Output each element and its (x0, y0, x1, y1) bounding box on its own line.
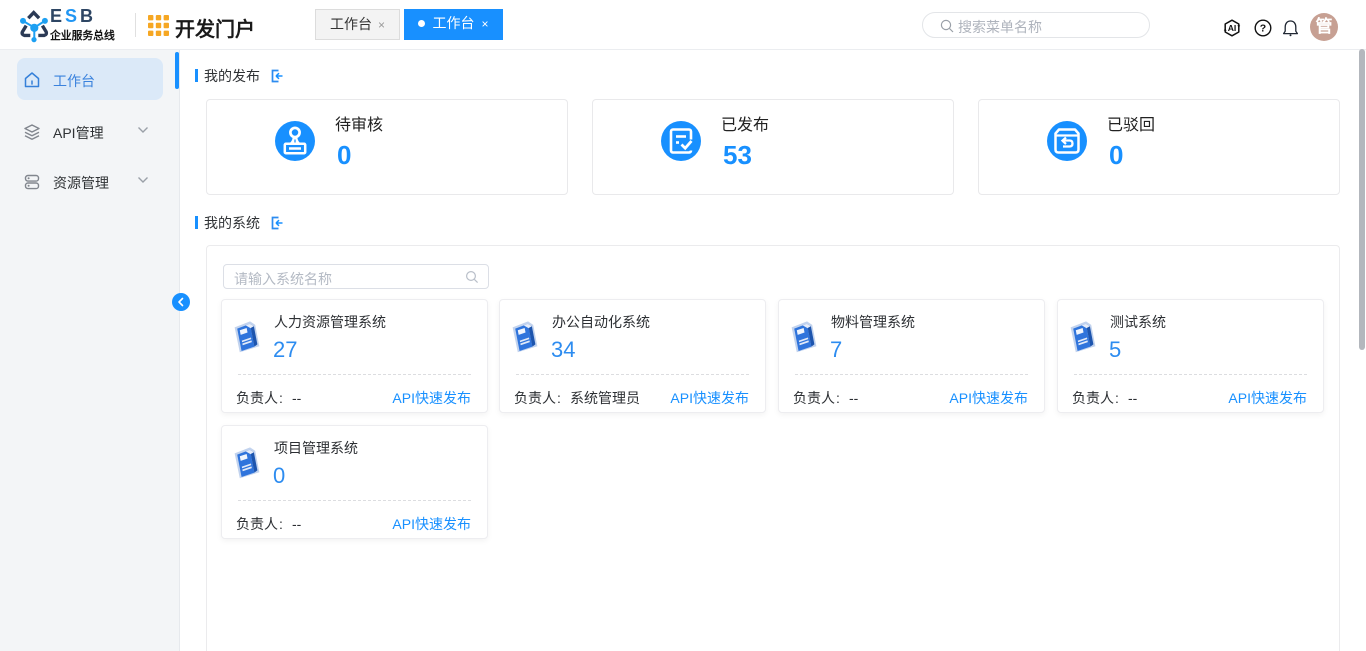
svg-text:AI: AI (1228, 23, 1237, 33)
svg-text:?: ? (1260, 23, 1266, 35)
